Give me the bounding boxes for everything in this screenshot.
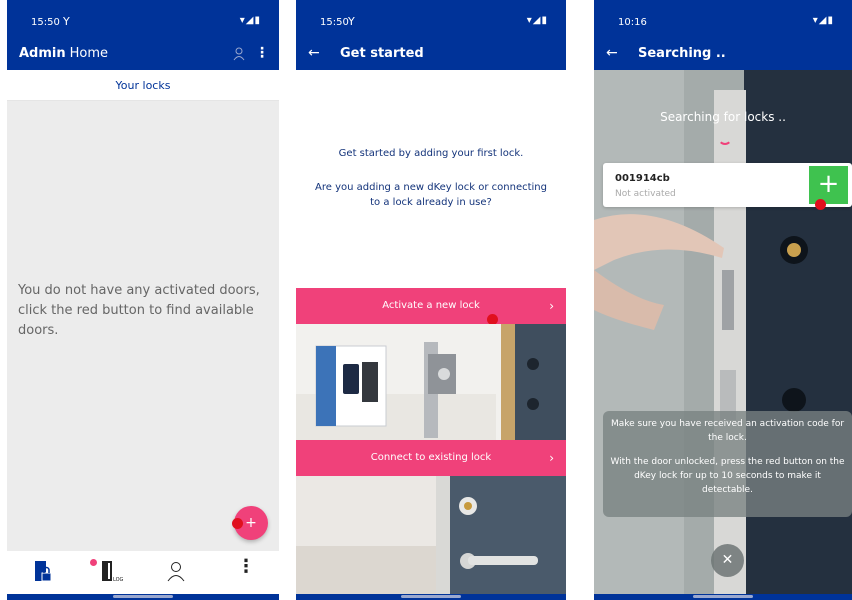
nav-log-label: LOG	[113, 577, 124, 583]
instruction-activation-code: Make sure you have received an activatio…	[610, 419, 845, 443]
system-nav-bar	[594, 594, 852, 600]
tap-indicator-dot	[815, 199, 826, 210]
page-title: Admin Home	[19, 46, 108, 61]
screen-home: 15:50 Y ▾◢▮ Admin Home ⋮ Your locks You d…	[7, 0, 279, 600]
bottom-navigation: LOG ⋮	[7, 551, 279, 595]
back-arrow-icon[interactable]: ←	[308, 45, 320, 61]
existing-lock-image[interactable]	[296, 476, 566, 600]
lock-status: Not activated	[615, 189, 676, 199]
page-title: Searching ..	[638, 46, 726, 61]
app-bar: ← Get started	[296, 40, 566, 70]
nav-users-icon[interactable]	[166, 559, 186, 585]
door-hand-illustration	[594, 70, 852, 600]
page-title-text: Home	[69, 46, 109, 61]
intro-text: Get started by adding your first lock.	[338, 148, 524, 159]
app-bar: Admin Home ⋮	[7, 40, 279, 70]
connect-existing-lock-button[interactable]: Connect to existing lock ›	[296, 440, 566, 476]
instructions-box: Make sure you have received an activatio…	[603, 411, 852, 517]
status-bar: 15:50 Y ▾◢▮	[296, 0, 566, 40]
intro-area: Get started by adding your first lock. A…	[296, 70, 566, 288]
overflow-menu-icon[interactable]: ⋮	[255, 45, 269, 61]
screen-get-started: 15:50 Y ▾◢▮ ← Get started Get started by…	[296, 0, 566, 600]
activate-new-lock-label: Activate a new lock	[382, 300, 480, 311]
instruction-press-button: With the door unlocked, press the red bu…	[610, 457, 845, 495]
status-bar: 10:16 ▾◢▮	[594, 0, 852, 40]
question-text: Are you adding a new dKey lock or connec…	[315, 182, 547, 208]
chevron-right-icon: ›	[549, 451, 554, 465]
close-icon[interactable]: ✕	[711, 544, 744, 577]
product-illustration	[296, 324, 566, 440]
screen-searching: 10:16 ▾◢▮ ← Searching .. Searching for l…	[594, 0, 852, 600]
app-bar: ← Searching ..	[594, 40, 852, 70]
signal-battery-icon: ▾◢▮	[812, 15, 834, 26]
lock-id: 001914cb	[615, 173, 670, 184]
system-nav-bar	[296, 594, 566, 600]
status-time: 10:16	[618, 17, 647, 28]
empty-state-message: You do not have any activated doors, cli…	[18, 283, 260, 338]
door-illustration	[296, 476, 566, 600]
user-icon[interactable]	[233, 47, 245, 61]
role-label: Admin	[19, 46, 66, 61]
loading-spinner-icon	[718, 131, 732, 145]
antenna-icon: Y	[348, 15, 355, 28]
nav-more-icon[interactable]: ⋮	[237, 556, 255, 577]
searching-status-text: Searching for locks ..	[660, 110, 786, 124]
tab-your-locks[interactable]: Your locks	[7, 70, 279, 101]
new-lock-product-image[interactable]	[296, 324, 566, 440]
status-time: 15:50	[320, 17, 349, 28]
signal-battery-icon: ▾◢▮	[526, 15, 548, 26]
activate-new-lock-button[interactable]: Activate a new lock ›	[296, 288, 566, 324]
locks-list-area: You do not have any activated doors, cli…	[7, 101, 279, 551]
back-arrow-icon[interactable]: ←	[606, 45, 618, 61]
antenna-icon: Y	[63, 15, 70, 28]
notification-dot	[90, 559, 97, 566]
chevron-right-icon: ›	[549, 299, 554, 313]
status-bar: 15:50 Y ▾◢▮	[7, 0, 279, 40]
tap-indicator-dot	[232, 518, 243, 529]
background-photo	[594, 70, 852, 600]
page-title: Get started	[340, 46, 424, 61]
connect-existing-lock-label: Connect to existing lock	[370, 452, 492, 463]
signal-battery-icon: ▾◢▮	[239, 15, 261, 26]
nav-locks-icon[interactable]	[33, 559, 53, 585]
system-nav-bar	[7, 594, 279, 600]
add-lock-plus-icon[interactable]: +	[809, 166, 848, 204]
status-time: 15:50	[31, 17, 60, 28]
